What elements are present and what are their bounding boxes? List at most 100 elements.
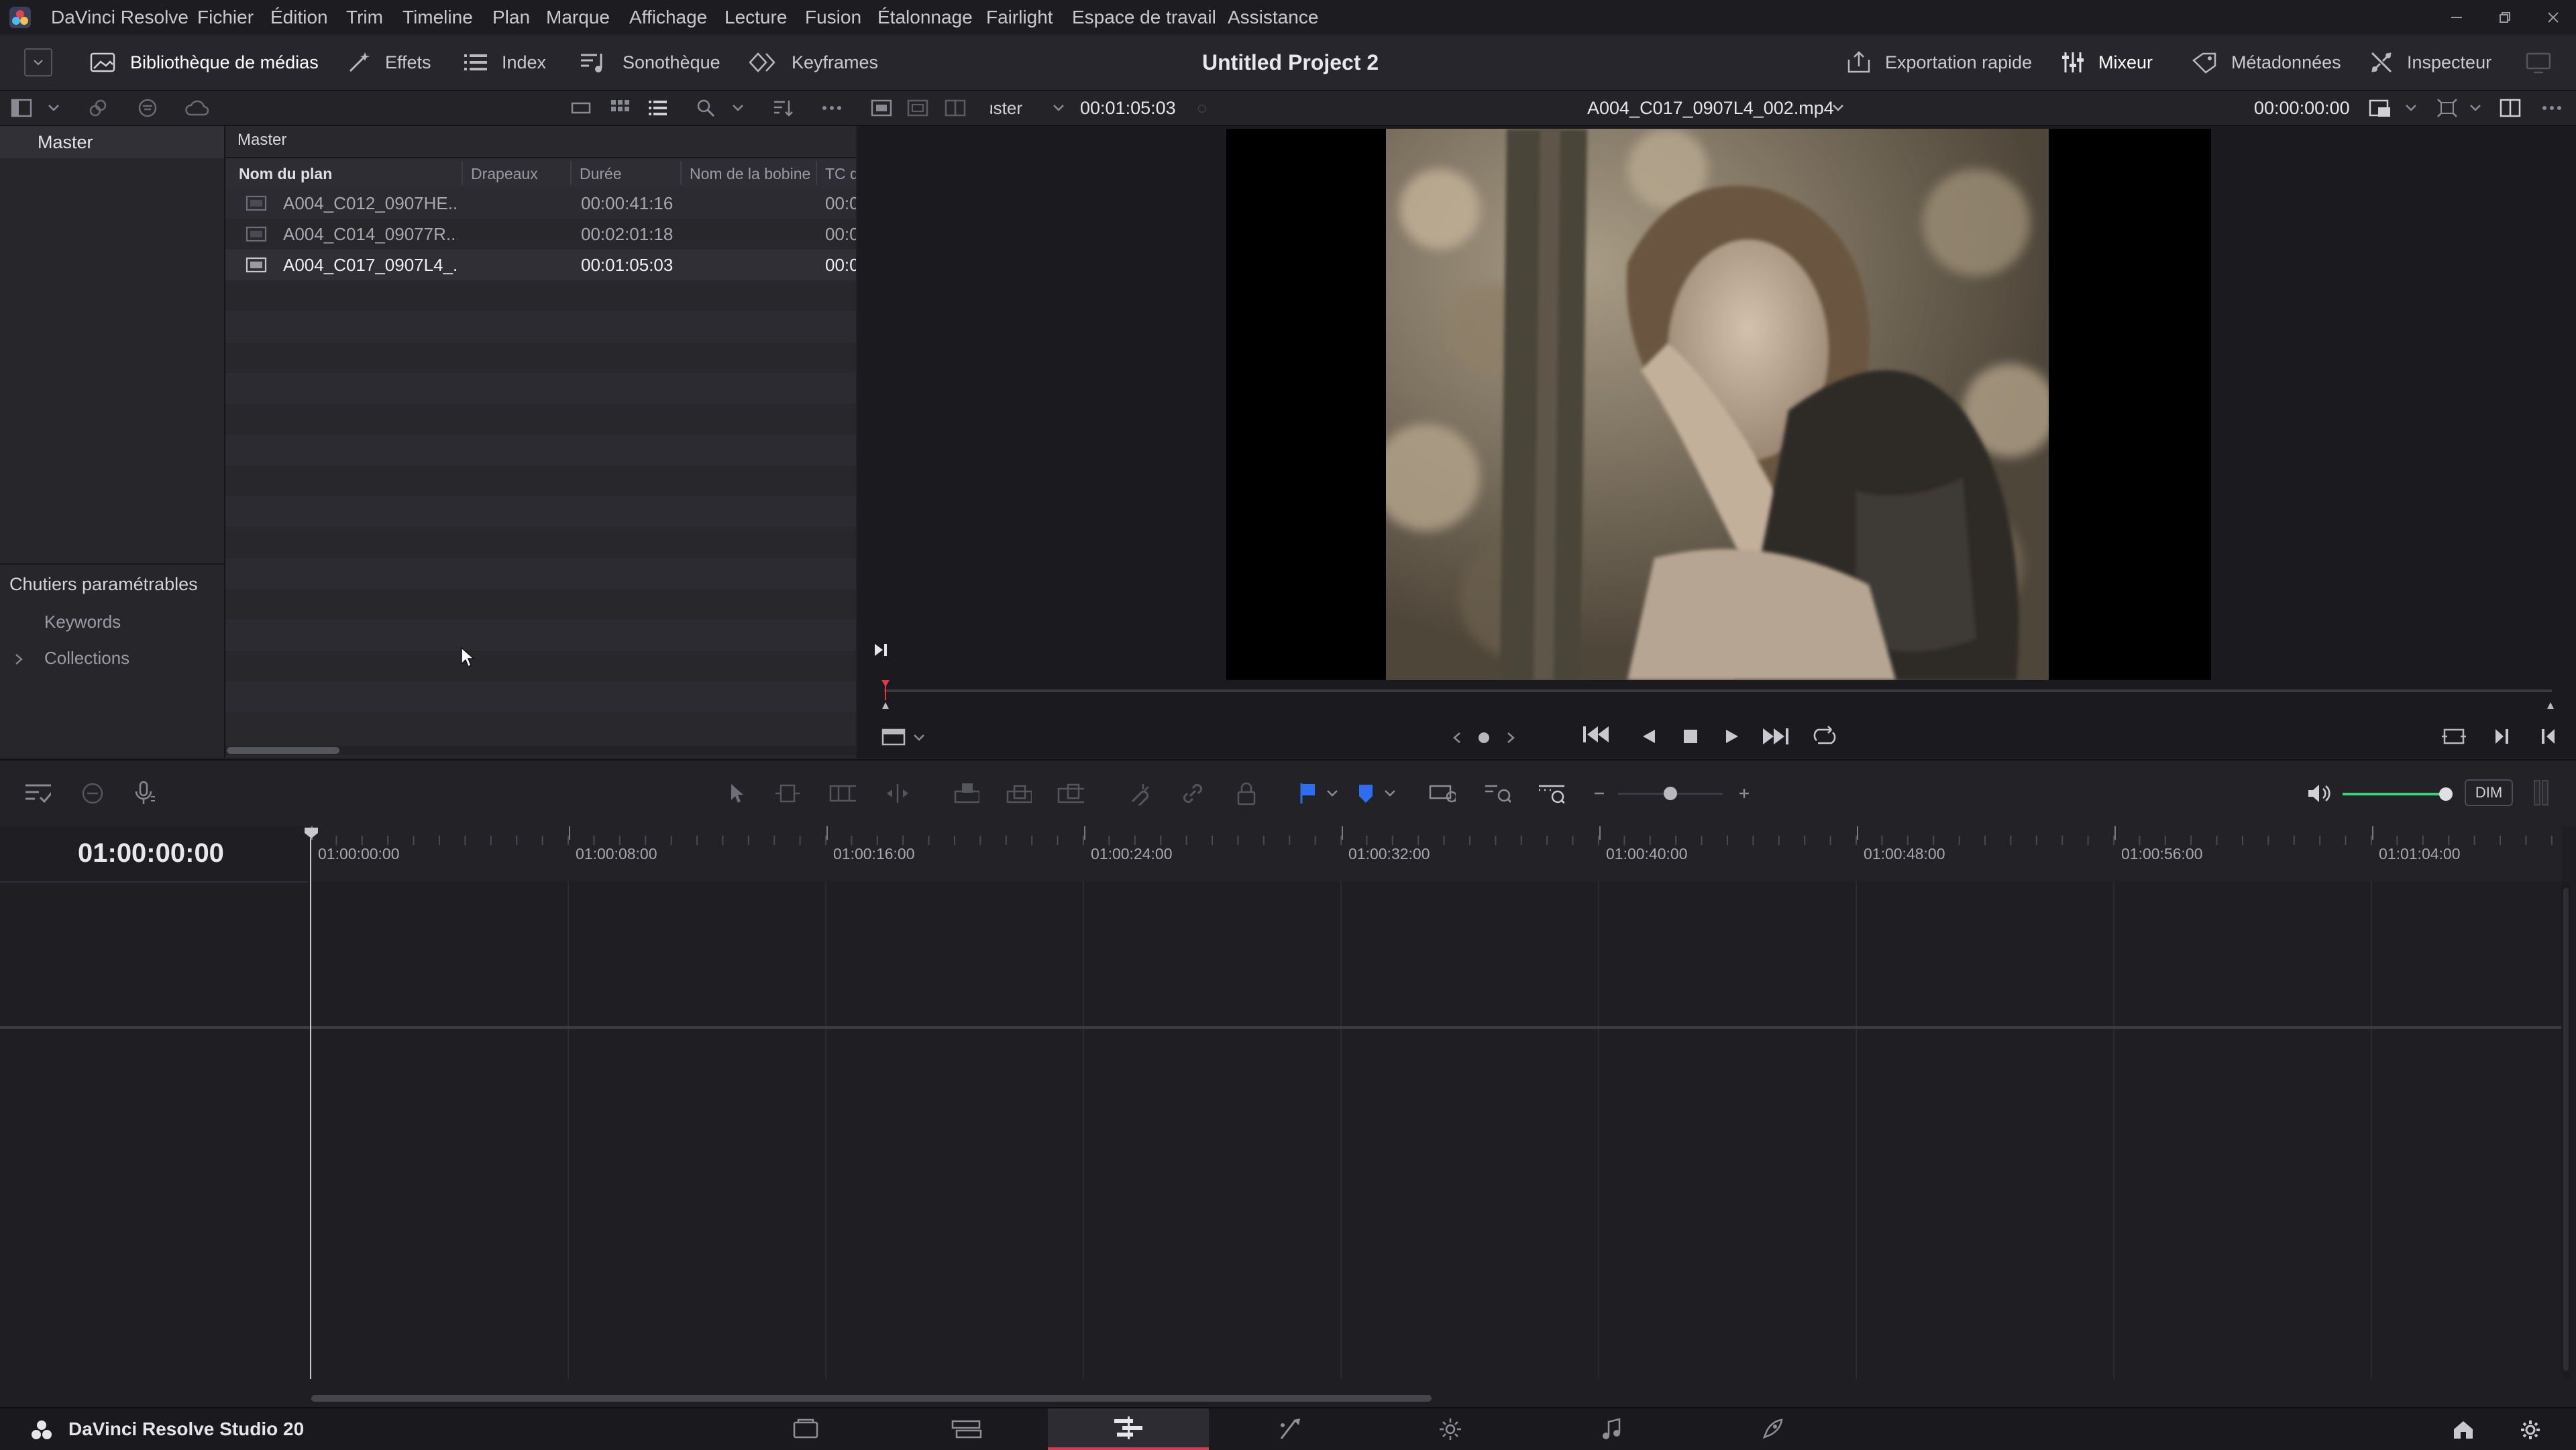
match-frame-icon[interactable]	[2439, 723, 2469, 750]
metadata-button[interactable]: Métadonnées	[2191, 35, 2341, 90]
col-header-flags[interactable]: Drapeaux	[471, 160, 538, 188]
go-to-end-icon[interactable]	[1760, 723, 1792, 750]
panel-toggle-icon[interactable]	[24, 48, 52, 76]
fit-zoom-dropdown[interactable]: Ajuster	[990, 91, 1022, 125]
zoom-in-icon[interactable]	[1731, 780, 1758, 807]
col-header-name[interactable]: Nom du plan	[239, 160, 332, 188]
overwrite-clip-icon[interactable]	[1005, 780, 1032, 807]
skip-to-end-icon[interactable]	[871, 640, 891, 660]
timeline-tracks-area[interactable]	[310, 881, 2563, 1379]
in-point-marker[interactable]	[881, 702, 890, 710]
smart-bin-keywords[interactable]: Keywords	[44, 612, 121, 632]
display-icon[interactable]	[2524, 48, 2553, 78]
playhead-marker[interactable]	[881, 680, 890, 700]
menu-fichier[interactable]: Fichier	[197, 0, 254, 35]
home-icon[interactable]	[2451, 1418, 2475, 1442]
viewer-overlay-icon[interactable]	[2368, 96, 2392, 120]
table-row-selected[interactable]: A004_C017_0907L4_... 00:01:05:03 00:0	[225, 249, 856, 280]
sound-library-button[interactable]: Sonothèque	[580, 35, 720, 90]
timeline-playhead-line[interactable]	[310, 838, 311, 1379]
scrollbar-thumb[interactable]	[227, 747, 339, 754]
mark-out-icon[interactable]	[2534, 723, 2561, 750]
menu-timeline[interactable]: Timeline	[402, 0, 473, 35]
speaker-volume-icon[interactable]	[2306, 780, 2333, 807]
page-cut[interactable]	[887, 1408, 1048, 1450]
marker-icon[interactable]	[1352, 780, 1379, 807]
replace-clip-icon[interactable]	[1057, 780, 1084, 807]
snapping-icon[interactable]	[1127, 780, 1154, 807]
zoom-full-icon[interactable]	[1429, 780, 1456, 807]
zoom-slider[interactable]	[1618, 761, 1723, 826]
smart-bin-collections[interactable]: Collections	[44, 648, 129, 669]
search-options-chevron-icon[interactable]	[726, 96, 750, 120]
clip-name-dropdown[interactable]: A004_C017_0907L4_002.mp4	[1587, 91, 1834, 125]
volume-slider[interactable]	[2343, 761, 2453, 826]
menu-fairlight[interactable]: Fairlight	[986, 0, 1053, 35]
page-edit[interactable]	[1048, 1408, 1209, 1450]
blade-edit-icon[interactable]	[884, 780, 911, 807]
mark-in-icon[interactable]	[2489, 723, 2516, 750]
menu-edition[interactable]: Édition	[270, 0, 328, 35]
bin-master-row[interactable]: Master	[0, 126, 224, 158]
cloud-icon[interactable]	[185, 96, 209, 120]
mixer-button[interactable]: Mixeur	[2061, 35, 2153, 90]
go-to-start-icon[interactable]	[1580, 723, 1610, 746]
layout-chevron-down-icon[interactable]	[911, 730, 927, 746]
col-header-tc[interactable]: TC d	[825, 160, 856, 188]
restore-icon[interactable]	[2493, 5, 2517, 30]
clip-chevron-down-icon[interactable]	[1826, 96, 1850, 120]
menu-plan[interactable]: Plan	[492, 0, 530, 35]
col-header-duration[interactable]: Durée	[580, 160, 622, 188]
menu-marque[interactable]: Marque	[546, 0, 610, 35]
grid-view-icon[interactable]	[608, 96, 632, 120]
zoom-custom-icon[interactable]	[1538, 780, 1564, 807]
menu-affichage[interactable]: Affichage	[629, 0, 707, 35]
trim-edit-icon[interactable]	[774, 780, 801, 807]
position-lock-icon[interactable]	[1233, 780, 1260, 807]
menu-etalonnage[interactable]: Étalonnage	[877, 0, 973, 35]
video-audio-divider[interactable]	[0, 1026, 2563, 1029]
loop-icon[interactable]	[1810, 723, 1839, 750]
out-point-marker[interactable]	[2546, 702, 2555, 710]
media-pool-button[interactable]: Bibliothèque de médias	[90, 35, 319, 90]
index-button[interactable]: Index	[463, 35, 546, 90]
play-icon[interactable]	[1719, 723, 1746, 750]
audio-waveform-toggle-icon[interactable]	[79, 780, 106, 807]
settings-gear-icon[interactable]	[2518, 1418, 2542, 1442]
zoom-slider-knob[interactable]	[1664, 787, 1677, 800]
menu-espace-de-travail[interactable]: Espace de travail	[1072, 0, 1216, 35]
page-media[interactable]	[726, 1408, 887, 1450]
menu-lecture[interactable]: Lecture	[724, 0, 787, 35]
page-deliver[interactable]	[1692, 1408, 1853, 1450]
table-row[interactable]: A004_C012_0907HE... 00:00:41:16 00:0	[225, 188, 856, 219]
transform-chevron-down-icon[interactable]	[2463, 96, 2487, 120]
menu-trim[interactable]: Trim	[346, 0, 383, 35]
microphone-icon[interactable]	[131, 780, 158, 807]
timeline-vertical-scrollbar[interactable]	[2561, 881, 2571, 1379]
viewer-layout-icon[interactable]	[880, 726, 907, 748]
keyframes-button[interactable]: Keyframes	[749, 35, 878, 90]
davinci-resolve-logo-icon[interactable]	[8, 5, 32, 30]
flag-chevron-down-icon[interactable]	[1319, 780, 1346, 807]
chevron-right-icon[interactable]	[12, 649, 25, 669]
zoom-detail-icon[interactable]	[1484, 780, 1511, 807]
stop-icon[interactable]	[1677, 723, 1704, 750]
viewer-mode-dual-icon[interactable]	[906, 96, 930, 120]
jog-control[interactable]	[1450, 726, 1517, 750]
zoom-out-icon[interactable]	[1586, 780, 1613, 807]
linked-selection-icon[interactable]	[1179, 780, 1206, 807]
viewer-mode-wipe-icon[interactable]	[943, 96, 967, 120]
sidebar-toggle-icon[interactable]	[9, 96, 34, 120]
timeline-horizontal-scrollbar[interactable]	[310, 1394, 2563, 1403]
viewer-more-options-icon[interactable]	[2540, 96, 2564, 120]
filter-icon[interactable]	[136, 96, 160, 120]
col-header-reel-name[interactable]: Nom de la bobine	[690, 160, 824, 188]
table-row[interactable]: A004_C014_09077R... 00:02:01:18 00:0	[225, 219, 856, 249]
menu-fusion[interactable]: Fusion	[805, 0, 861, 35]
selection-pointer-icon[interactable]	[723, 780, 750, 807]
horizontal-scrollbar[interactable]	[225, 746, 856, 755]
timeline-view-options-icon[interactable]	[24, 780, 51, 807]
search-icon[interactable]	[694, 96, 718, 120]
dynamic-trim-icon[interactable]	[829, 780, 856, 807]
horizontal-scrollbar-thumb[interactable]	[311, 1395, 1432, 1402]
